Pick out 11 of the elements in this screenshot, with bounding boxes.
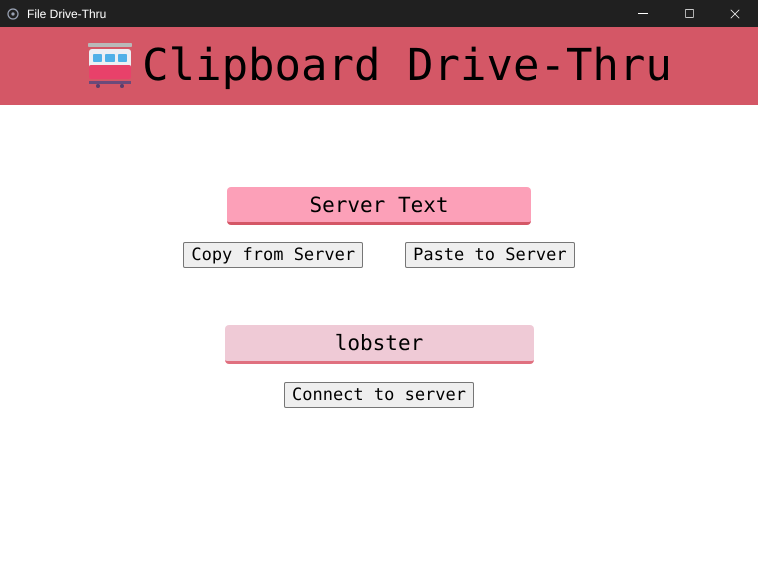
app-title: Clipboard Drive-Thru (142, 44, 672, 88)
window-title: File Drive-Thru (27, 6, 106, 22)
minimize-icon (638, 13, 648, 14)
connect-button[interactable]: Connect to server (284, 382, 474, 408)
tram-icon (86, 43, 134, 89)
app-icon (6, 6, 20, 20)
server-name-field[interactable]: lobster (224, 325, 534, 364)
clipboard-button[interactable]: Paste to Server (405, 242, 575, 268)
server-text-field[interactable]: Server Text (227, 187, 531, 225)
maximize-icon (684, 8, 694, 19)
clipboard-button[interactable]: Copy from Server (183, 242, 364, 268)
